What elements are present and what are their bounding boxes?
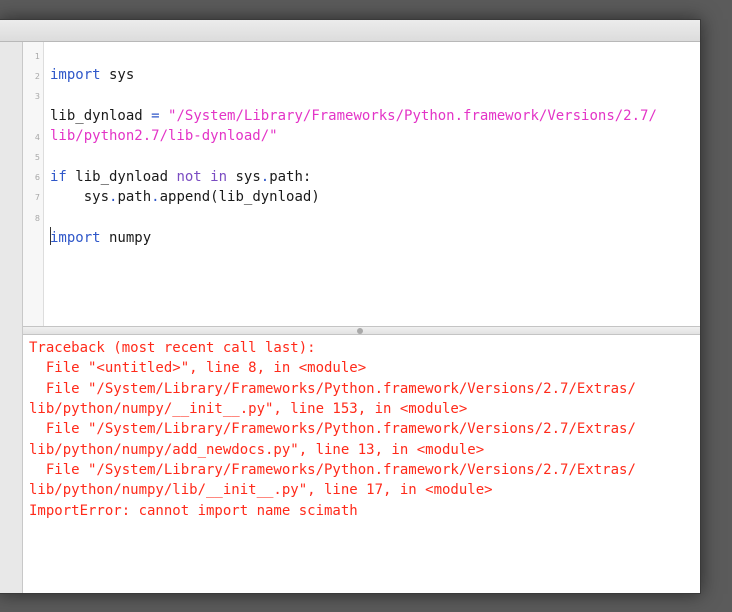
line-number: 8 bbox=[34, 214, 40, 223]
code-text: numpy bbox=[100, 230, 152, 246]
string-literal: "/System/Library/Frameworks/Python.frame… bbox=[168, 108, 657, 124]
text-cursor bbox=[50, 227, 51, 245]
output-line: File "/System/Library/Frameworks/Python.… bbox=[29, 421, 636, 437]
code-text: path bbox=[117, 189, 152, 205]
operator: . bbox=[260, 169, 270, 185]
code-line-8: import numpy bbox=[50, 228, 151, 248]
error-message: ImportError: cannot import name scimath bbox=[29, 503, 358, 519]
keyword: import bbox=[50, 230, 101, 246]
output-line: Traceback (most recent call last): bbox=[29, 340, 316, 356]
code-text: lib_dynload bbox=[50, 108, 152, 124]
code-line-3-wrapped: lib/python2.7/lib-dynload/" bbox=[50, 126, 278, 146]
code-text: path: bbox=[269, 169, 312, 185]
keyword-operator: in bbox=[210, 169, 228, 185]
keyword-operator: not bbox=[176, 169, 202, 185]
keyword: import bbox=[50, 67, 101, 83]
code-text: sys bbox=[100, 67, 135, 83]
code-text: append(lib_dynload) bbox=[159, 189, 320, 205]
operator: . bbox=[151, 189, 160, 205]
output-line: File "/System/Library/Frameworks/Python.… bbox=[29, 462, 636, 478]
output-line: File "/System/Library/Frameworks/Python.… bbox=[29, 381, 636, 397]
code-line-1: import sys bbox=[50, 65, 134, 85]
output-line: File "<untitled>", line 8, in <module> bbox=[29, 360, 367, 376]
code-editor[interactable]: 1 2 3 4 5 6 7 8 import sys lib_dynload =… bbox=[23, 42, 700, 326]
string-literal: lib/python2.7/lib-dynload/" bbox=[50, 128, 278, 144]
code-text: sys bbox=[227, 169, 261, 185]
editor-window: 1 2 3 4 5 6 7 8 import sys lib_dynload =… bbox=[0, 19, 701, 594]
code-line-5: if lib_dynload not in sys.path: bbox=[50, 167, 311, 187]
code-text: sys bbox=[50, 189, 110, 205]
line-number: 7 bbox=[34, 193, 40, 202]
line-number: 6 bbox=[34, 173, 40, 182]
output-line: lib/python/numpy/add_newdocs.py", line 1… bbox=[29, 442, 485, 458]
divider-grip-icon[interactable] bbox=[357, 328, 363, 334]
code-text: lib_dynload bbox=[66, 169, 177, 185]
left-sidebar-strip bbox=[0, 42, 23, 593]
output-console[interactable]: Traceback (most recent call last): File … bbox=[23, 335, 700, 593]
output-line: lib/python/numpy/__init__.py", line 153,… bbox=[29, 401, 468, 417]
window-titlebar[interactable] bbox=[0, 20, 700, 42]
split-divider[interactable] bbox=[23, 326, 700, 335]
line-number: 3 bbox=[34, 92, 40, 101]
code-line-3: lib_dynload = "/System/Library/Framework… bbox=[50, 106, 657, 126]
line-number: 2 bbox=[34, 72, 40, 81]
operator: = bbox=[151, 108, 160, 124]
code-line-6: sys.path.append(lib_dynload) bbox=[50, 187, 320, 207]
line-number: 1 bbox=[34, 52, 40, 61]
line-number: 4 bbox=[34, 133, 40, 142]
line-number-gutter: 1 2 3 4 5 6 7 8 bbox=[23, 42, 44, 326]
keyword: if bbox=[50, 169, 67, 185]
output-line: lib/python/numpy/lib/__init__.py", line … bbox=[29, 482, 493, 498]
line-number: 5 bbox=[34, 153, 40, 162]
